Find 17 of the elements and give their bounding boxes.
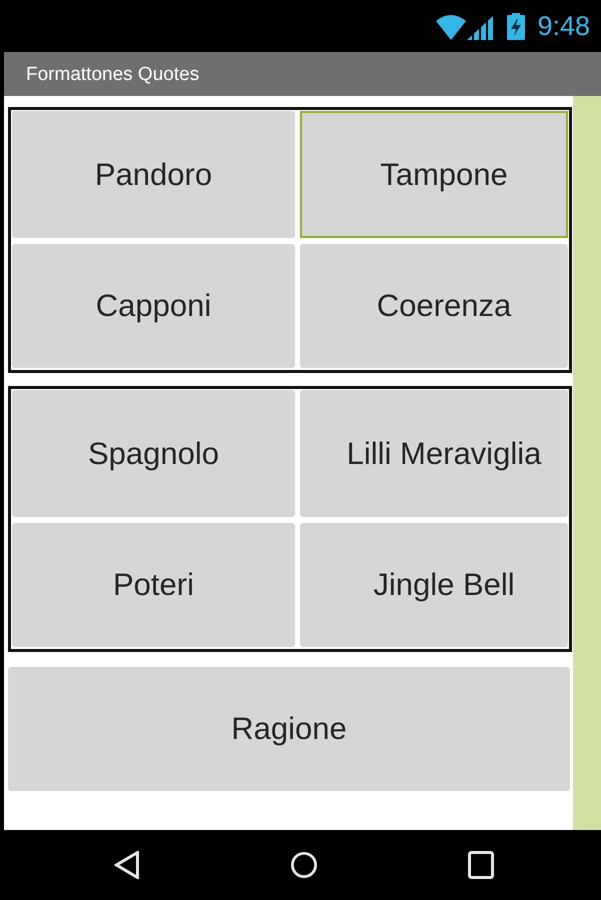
signal-icon	[467, 16, 494, 40]
app-title: Formattones Quotes	[26, 64, 200, 84]
quote-button[interactable]: Pandoro	[12, 111, 295, 238]
quote-button[interactable]: Poteri	[12, 523, 295, 647]
home-icon[interactable]	[291, 851, 317, 879]
quote-button[interactable]: Lilli Meraviglia	[300, 390, 568, 517]
quote-button[interactable]: Coerenza	[300, 244, 568, 368]
back-icon[interactable]	[114, 851, 140, 879]
quote-button[interactable]: Ragione	[8, 667, 570, 791]
recent-apps-icon[interactable]	[468, 851, 494, 879]
quote-button[interactable]: Capponi	[12, 244, 295, 368]
clock-time: 9:48	[537, 12, 590, 40]
quote-button[interactable]: Tampone	[300, 111, 568, 238]
battery-icon	[507, 12, 526, 40]
quote-button[interactable]: Spagnolo	[12, 390, 295, 517]
quote-button[interactable]: Jingle Bell	[300, 523, 568, 647]
wifi-icon	[436, 14, 466, 40]
